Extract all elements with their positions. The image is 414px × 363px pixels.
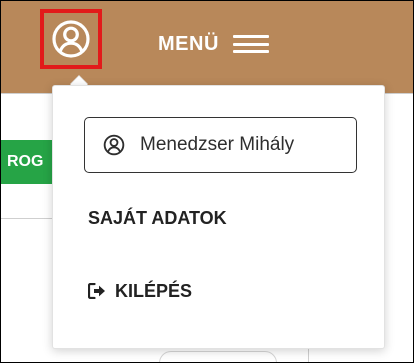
- user-dropdown-menu: Menedzser Mihály SAJÁT ADATOK KILÉPÉS: [52, 85, 385, 349]
- user-name: Menedzser Mihály: [140, 134, 295, 155]
- hamburger-icon: [232, 35, 269, 53]
- background-pill-button[interactable]: [159, 351, 277, 362]
- profile-button[interactable]: [40, 9, 102, 69]
- user-circle-icon: [103, 134, 125, 156]
- app-frame: MENÜ ROG Menedzser Mihály SAJÁT ADATOK K…: [0, 0, 414, 363]
- divider: [1, 218, 55, 219]
- user-profile-button[interactable]: Menedzser Mihály: [84, 117, 357, 173]
- menu-toggle-button[interactable]: MENÜ: [158, 31, 269, 57]
- dropdown-caret: [70, 76, 88, 85]
- background-tab[interactable]: ROG: [1, 140, 53, 184]
- logout-menu-item[interactable]: KILÉPÉS: [88, 279, 192, 303]
- top-bar: MENÜ: [1, 1, 413, 93]
- sign-out-icon: [88, 283, 105, 299]
- my-data-menu-item[interactable]: SAJÁT ADATOK: [88, 206, 227, 230]
- user-circle-icon: [52, 20, 90, 58]
- menu-label: MENÜ: [158, 33, 219, 55]
- logout-label: KILÉPÉS: [115, 281, 193, 301]
